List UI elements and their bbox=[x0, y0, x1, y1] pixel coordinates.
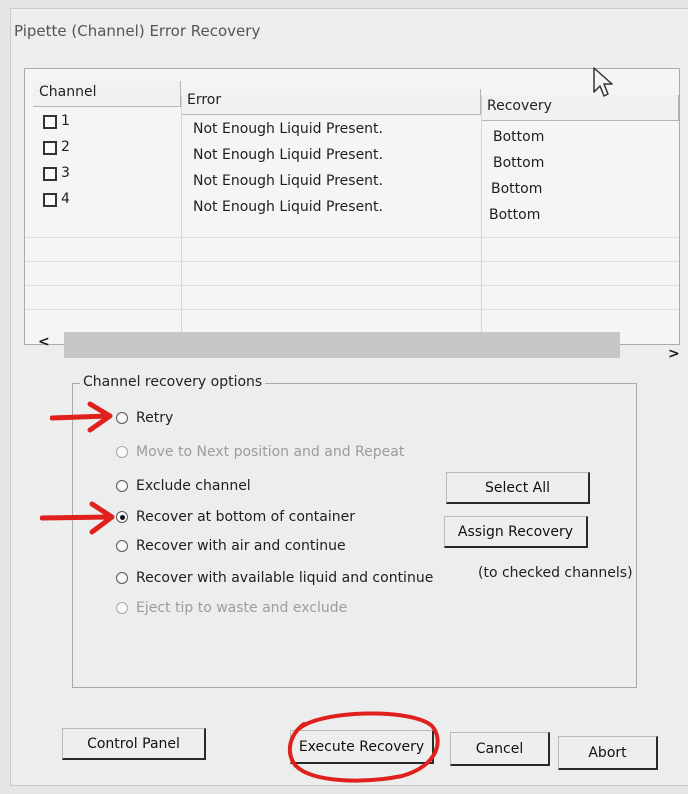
radio-label: Exclude channel bbox=[136, 478, 251, 494]
radio-label: Recover with air and continue bbox=[136, 538, 346, 554]
radio-button-icon[interactable] bbox=[116, 480, 128, 492]
radio-button-icon bbox=[116, 602, 128, 614]
radio-button-icon[interactable] bbox=[116, 540, 128, 552]
channel-number: 4 bbox=[61, 191, 70, 207]
radio-label: Recover with available liquid and contin… bbox=[136, 570, 434, 586]
group-legend: Channel recovery options bbox=[80, 374, 266, 390]
mouse-pointer-icon bbox=[593, 67, 613, 97]
red-arrow-annotation-icon bbox=[40, 501, 115, 535]
red-arrow-annotation-icon bbox=[50, 401, 113, 433]
radio-label: Eject tip to waste and exclude bbox=[136, 600, 348, 616]
channel-number: 1 bbox=[61, 113, 70, 129]
channel-checkbox[interactable] bbox=[43, 193, 57, 207]
scrollbar-thumb[interactable] bbox=[64, 332, 620, 358]
row-divider bbox=[25, 261, 679, 262]
row-divider bbox=[25, 309, 679, 310]
horizontal-scrollbar[interactable]: < > bbox=[24, 332, 684, 362]
radio-button-icon[interactable] bbox=[116, 412, 128, 424]
radio-exclude-channel[interactable]: Exclude channel bbox=[116, 478, 251, 498]
radio-button-icon[interactable] bbox=[116, 572, 128, 584]
column-header-error[interactable]: Error bbox=[181, 89, 481, 115]
abort-button[interactable]: Abort bbox=[558, 736, 658, 770]
radio-label: Move to Next position and and Repeat bbox=[136, 444, 405, 460]
radio-recover-at-bottom[interactable]: Recover at bottom of container bbox=[116, 509, 355, 529]
column-divider bbox=[481, 95, 482, 335]
row-divider bbox=[25, 285, 679, 286]
error-text: Not Enough Liquid Present. bbox=[193, 147, 383, 163]
channel-number: 3 bbox=[61, 165, 70, 181]
window-title: Pipette (Channel) Error Recovery bbox=[14, 22, 261, 40]
cancel-button[interactable]: Cancel bbox=[450, 732, 550, 766]
radio-label: Retry bbox=[136, 410, 174, 426]
scroll-right-arrow-icon[interactable]: > bbox=[668, 346, 680, 362]
radio-move-to-next-position: Move to Next position and and Repeat bbox=[116, 444, 404, 464]
recovery-text: Bottom bbox=[489, 207, 541, 223]
control-panel-button[interactable]: Control Panel bbox=[62, 728, 206, 760]
channel-number: 2 bbox=[61, 139, 70, 155]
error-text: Not Enough Liquid Present. bbox=[193, 199, 383, 215]
column-header-channel[interactable]: Channel bbox=[33, 81, 181, 107]
error-text: Not Enough Liquid Present. bbox=[193, 173, 383, 189]
error-text: Not Enough Liquid Present. bbox=[193, 121, 383, 137]
channel-checkbox[interactable] bbox=[43, 167, 57, 181]
scroll-left-arrow-icon[interactable]: < bbox=[38, 334, 50, 350]
assign-recovery-button[interactable]: Assign Recovery bbox=[444, 516, 588, 548]
channel-error-table: Channel Error Recovery 1 Not Enough Liqu… bbox=[24, 68, 680, 345]
recovery-text: Bottom bbox=[493, 129, 545, 145]
row-divider bbox=[25, 237, 679, 238]
radio-retry[interactable]: Retry bbox=[116, 410, 173, 430]
recovery-text: Bottom bbox=[493, 155, 545, 171]
channel-checkbox[interactable] bbox=[43, 115, 57, 129]
radio-label: Recover at bottom of container bbox=[136, 509, 355, 525]
column-header-recovery[interactable]: Recovery bbox=[481, 95, 679, 121]
radio-recover-with-available-liquid[interactable]: Recover with available liquid and contin… bbox=[116, 570, 433, 590]
assign-note: (to checked channels) bbox=[478, 565, 633, 581]
recovery-text: Bottom bbox=[491, 181, 543, 197]
column-divider bbox=[181, 95, 182, 335]
red-circle-annotation-icon bbox=[287, 711, 440, 783]
radio-button-icon bbox=[116, 446, 128, 458]
select-all-button[interactable]: Select All bbox=[446, 472, 590, 504]
radio-recover-with-air[interactable]: Recover with air and continue bbox=[116, 538, 346, 558]
channel-checkbox[interactable] bbox=[43, 141, 57, 155]
radio-eject-tip-to-waste: Eject tip to waste and exclude bbox=[116, 600, 347, 620]
